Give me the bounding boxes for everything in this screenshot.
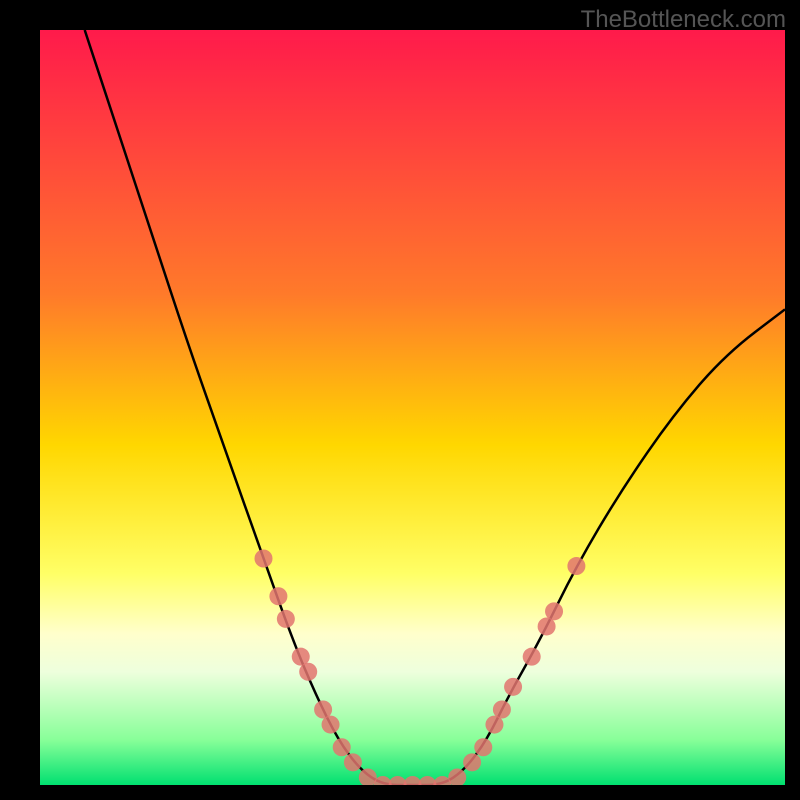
data-point <box>523 648 541 666</box>
data-point <box>344 753 362 771</box>
data-point <box>493 701 511 719</box>
data-point <box>269 587 287 605</box>
gradient-background <box>40 30 785 785</box>
bottleneck-curve-chart <box>40 30 785 785</box>
data-point <box>504 678 522 696</box>
data-point <box>299 663 317 681</box>
chart-container <box>40 30 785 785</box>
data-point <box>255 550 273 568</box>
data-point <box>333 738 351 756</box>
data-point <box>474 738 492 756</box>
data-point <box>463 753 481 771</box>
data-point <box>567 557 585 575</box>
data-point <box>545 602 563 620</box>
data-point <box>277 610 295 628</box>
watermark-text: TheBottleneck.com <box>581 6 786 34</box>
data-point <box>322 716 340 734</box>
